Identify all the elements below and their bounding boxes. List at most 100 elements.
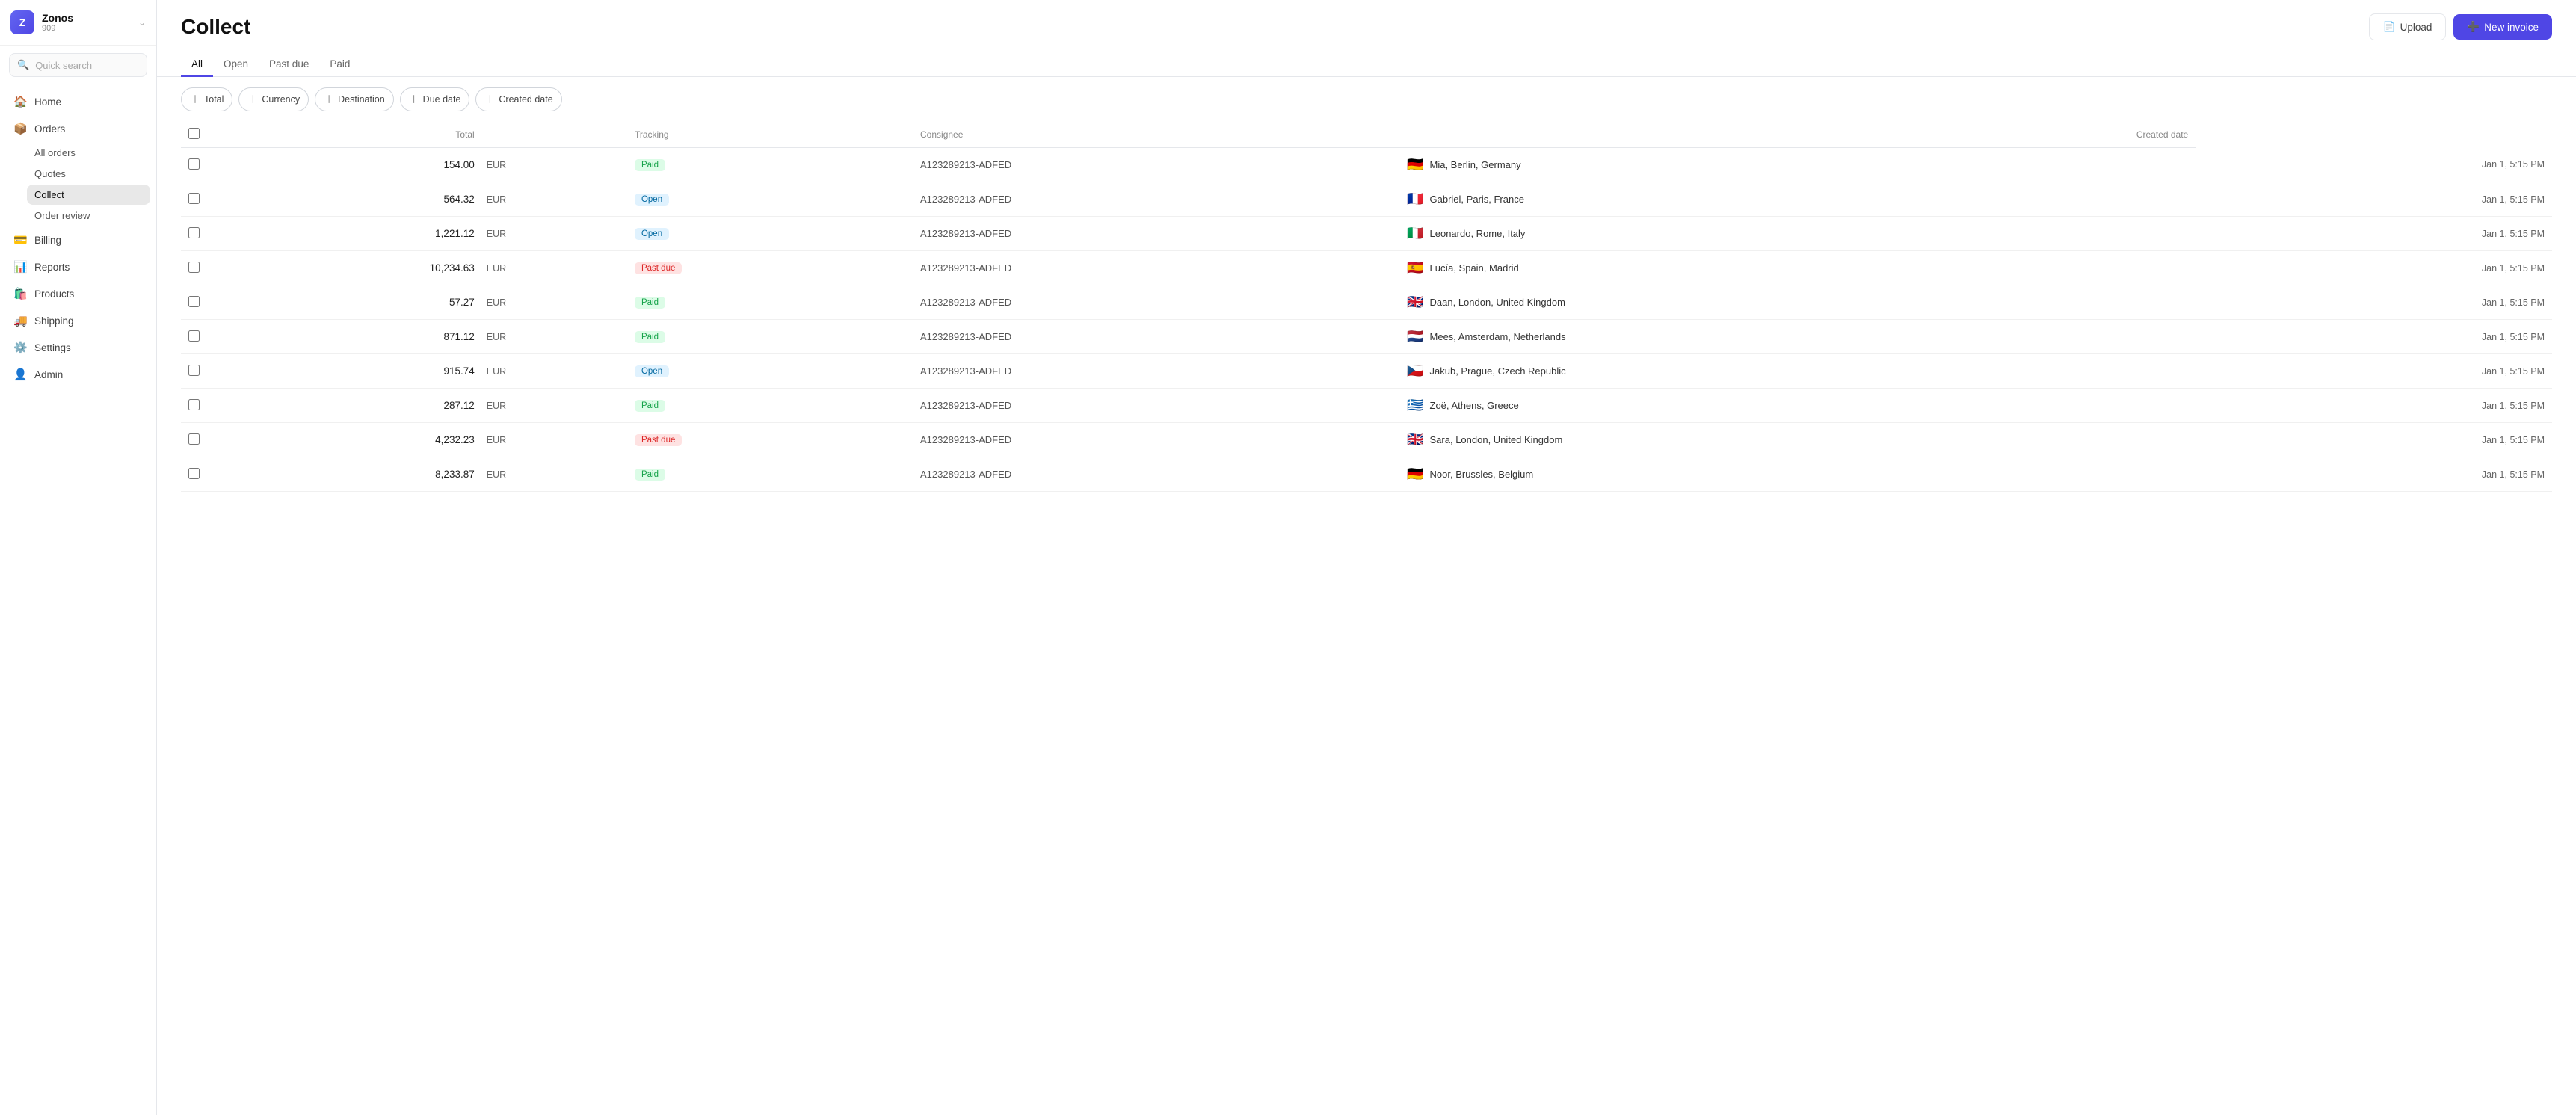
sidebar-item-products[interactable]: 🛍️ Products	[6, 281, 150, 306]
row-checkbox-cell	[181, 217, 208, 251]
table-row[interactable]: 1,221.12 EUR Open A123289213-ADFED 🇮🇹 Le…	[181, 217, 2552, 251]
tab-all[interactable]: All	[181, 52, 213, 77]
sidebar-item-orders[interactable]: 📦 Orders	[6, 116, 150, 141]
tab-open[interactable]: Open	[213, 52, 259, 77]
upload-button[interactable]: 📄 Upload	[2369, 13, 2447, 40]
table-row[interactable]: 287.12 EUR Paid A123289213-ADFED 🇬🇷 Zoë,…	[181, 389, 2552, 423]
row-checkbox[interactable]	[188, 158, 200, 170]
row-checkbox[interactable]	[188, 193, 200, 204]
row-status: Paid	[627, 320, 913, 354]
row-tracking: A123289213-ADFED	[913, 423, 1399, 457]
table-row[interactable]: 8,233.87 EUR Paid A123289213-ADFED 🇩🇪 No…	[181, 457, 2552, 492]
status-badge: Paid	[635, 469, 665, 481]
sidebar-nav: 🏠 Home 📦 Orders All orders Quotes Collec…	[0, 84, 156, 1115]
home-icon: 🏠	[13, 95, 27, 108]
filter-due-date[interactable]: ＋ Due date	[400, 87, 470, 111]
table-row[interactable]: 154.00 EUR Paid A123289213-ADFED 🇩🇪 Mia,…	[181, 148, 2552, 182]
row-checkbox-cell	[181, 389, 208, 423]
admin-icon: 👤	[13, 368, 27, 381]
filter-total[interactable]: ＋ Total	[181, 87, 232, 111]
sidebar-item-billing[interactable]: 💳 Billing	[6, 227, 150, 253]
plus-circle-icon: ➕	[2467, 21, 2480, 33]
row-checkbox[interactable]	[188, 330, 200, 342]
filter-total-label: Total	[204, 94, 224, 105]
status-badge: Open	[635, 194, 669, 206]
table-row[interactable]: 4,232.23 EUR Past due A123289213-ADFED 🇬…	[181, 423, 2552, 457]
sidebar-item-settings-label: Settings	[34, 342, 71, 353]
status-badge: Open	[635, 228, 669, 240]
sidebar-item-order-review[interactable]: Order review	[27, 206, 150, 226]
filter-created-date[interactable]: ＋ Created date	[475, 87, 561, 111]
row-consignee: 🇩🇪 Mia, Berlin, Germany	[1399, 148, 2196, 182]
row-checkbox[interactable]	[188, 433, 200, 445]
row-created-date: Jan 1, 5:15 PM	[2196, 320, 2552, 354]
sidebar-item-settings[interactable]: ⚙️ Settings	[6, 335, 150, 360]
table-row[interactable]: 10,234.63 EUR Past due A123289213-ADFED …	[181, 251, 2552, 285]
table-row[interactable]: 915.74 EUR Open A123289213-ADFED 🇨🇿 Jaku…	[181, 354, 2552, 389]
search-placeholder: Quick search	[35, 60, 92, 71]
row-status: Paid	[627, 457, 913, 492]
new-invoice-button[interactable]: ➕ New invoice	[2453, 14, 2552, 40]
row-status: Past due	[627, 251, 913, 285]
sidebar-item-reports[interactable]: 📊 Reports	[6, 254, 150, 279]
settings-icon: ⚙️	[13, 341, 27, 354]
header-consignee: Consignee	[913, 122, 1399, 148]
row-consignee: 🇬🇷 Zoë, Athens, Greece	[1399, 389, 2196, 423]
row-checkbox[interactable]	[188, 262, 200, 273]
tab-paid[interactable]: Paid	[319, 52, 360, 77]
row-checkbox[interactable]	[188, 227, 200, 238]
row-currency: EUR	[482, 148, 627, 182]
sidebar-item-quotes[interactable]: Quotes	[27, 164, 150, 184]
sidebar-item-collect[interactable]: Collect	[27, 185, 150, 205]
consignee-name: Noor, Brussles, Belgium	[1430, 469, 1534, 480]
row-created-date: Jan 1, 5:15 PM	[2196, 217, 2552, 251]
sidebar-item-all-orders[interactable]: All orders	[27, 143, 150, 163]
country-flag: 🇬🇷	[1407, 398, 1423, 413]
row-currency: EUR	[482, 251, 627, 285]
search-icon: 🔍	[17, 59, 29, 71]
shipping-icon: 🚚	[13, 314, 27, 327]
table-row[interactable]: 871.12 EUR Paid A123289213-ADFED 🇳🇱 Mees…	[181, 320, 2552, 354]
country-flag: 🇩🇪	[1407, 157, 1423, 173]
country-flag: 🇨🇿	[1407, 363, 1423, 379]
filter-destination[interactable]: ＋ Destination	[315, 87, 394, 111]
header-tracking: Tracking	[627, 122, 913, 148]
orders-group: 📦 Orders All orders Quotes Collect Order…	[6, 116, 150, 226]
table-row[interactable]: 564.32 EUR Open A123289213-ADFED 🇫🇷 Gabr…	[181, 182, 2552, 217]
row-checkbox[interactable]	[188, 296, 200, 307]
row-created-date: Jan 1, 5:15 PM	[2196, 457, 2552, 492]
sidebar-item-admin[interactable]: 👤 Admin	[6, 362, 150, 387]
new-invoice-label: New invoice	[2484, 22, 2539, 33]
row-checkbox[interactable]	[188, 468, 200, 479]
select-all-checkbox[interactable]	[188, 128, 200, 139]
sidebar-item-shipping[interactable]: 🚚 Shipping	[6, 308, 150, 333]
row-currency: EUR	[482, 389, 627, 423]
country-flag: 🇩🇪	[1407, 466, 1423, 482]
row-created-date: Jan 1, 5:15 PM	[2196, 423, 2552, 457]
country-flag: 🇫🇷	[1407, 191, 1423, 207]
row-checkbox[interactable]	[188, 399, 200, 410]
status-badge: Open	[635, 365, 669, 377]
table-row[interactable]: 57.27 EUR Paid A123289213-ADFED 🇬🇧 Daan,…	[181, 285, 2552, 320]
row-checkbox[interactable]	[188, 365, 200, 376]
country-flag: 🇬🇧	[1407, 432, 1423, 448]
row-tracking: A123289213-ADFED	[913, 217, 1399, 251]
row-tracking: A123289213-ADFED	[913, 148, 1399, 182]
row-checkbox-cell	[181, 457, 208, 492]
row-currency: EUR	[482, 457, 627, 492]
filter-destination-label: Destination	[338, 94, 385, 105]
row-consignee: 🇫🇷 Gabriel, Paris, France	[1399, 182, 2196, 217]
row-consignee: 🇬🇧 Daan, London, United Kingdom	[1399, 285, 2196, 320]
sidebar-item-home[interactable]: 🏠 Home	[6, 89, 150, 114]
row-status: Open	[627, 182, 913, 217]
row-status: Past due	[627, 423, 913, 457]
upload-icon: 📄	[2383, 21, 2396, 33]
tab-past-due[interactable]: Past due	[259, 52, 319, 77]
country-flag: 🇬🇧	[1407, 294, 1423, 310]
status-badge: Paid	[635, 400, 665, 412]
filter-due-date-label: Due date	[423, 94, 461, 105]
sidebar-logo[interactable]: Z Zonos 909	[10, 10, 73, 34]
row-currency: EUR	[482, 320, 627, 354]
filter-currency[interactable]: ＋ Currency	[238, 87, 309, 111]
quick-search-box[interactable]: 🔍 Quick search	[9, 53, 147, 77]
